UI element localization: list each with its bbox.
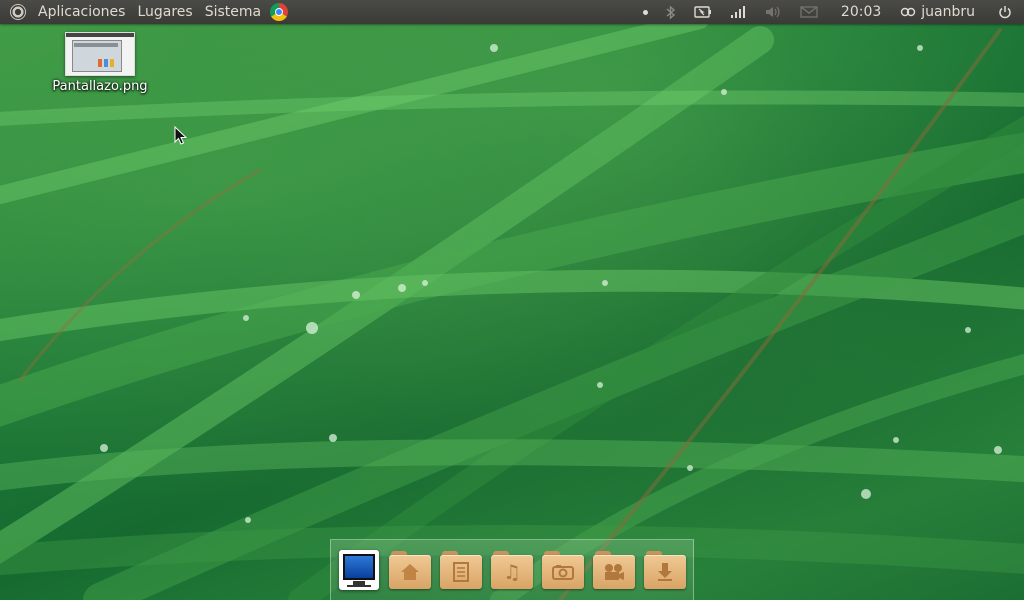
pictures-folder-icon bbox=[542, 551, 584, 589]
chrome-launcher-icon[interactable] bbox=[270, 3, 289, 21]
dock: ♫ bbox=[330, 539, 694, 600]
music-folder-icon: ♫ bbox=[491, 551, 533, 589]
computer-icon bbox=[339, 550, 379, 590]
dock-item-computer[interactable] bbox=[337, 548, 381, 592]
mouse-pointer-icon bbox=[174, 126, 188, 145]
menu-aplicaciones[interactable]: Aplicaciones bbox=[32, 0, 131, 24]
network-signal-icon[interactable] bbox=[730, 0, 746, 24]
power-icon[interactable] bbox=[998, 0, 1012, 24]
battery-icon[interactable] bbox=[694, 0, 712, 24]
dock-item-music[interactable]: ♫ bbox=[490, 548, 534, 592]
home-folder-icon bbox=[389, 551, 431, 589]
ubuntu-logo-icon[interactable] bbox=[10, 4, 26, 20]
menu-sistema[interactable]: Sistema bbox=[199, 0, 267, 24]
dock-item-documents[interactable] bbox=[439, 548, 483, 592]
downloads-folder-icon bbox=[644, 551, 686, 589]
indicator-dot-icon[interactable] bbox=[642, 0, 648, 24]
user-name[interactable]: juanbru bbox=[921, 4, 975, 20]
panel-indicators: 20:03 juanbru bbox=[634, 0, 1024, 24]
user-status-icon[interactable] bbox=[900, 0, 916, 24]
dock-item-videos[interactable] bbox=[592, 548, 636, 592]
top-panel: Aplicaciones Lugares Sistema 20:03 juanb… bbox=[0, 0, 1024, 24]
volume-icon[interactable] bbox=[764, 0, 782, 24]
desktop-file-pantallazo[interactable]: Pantallazo.png bbox=[44, 32, 156, 94]
dock-item-downloads[interactable] bbox=[643, 548, 687, 592]
dock-item-home[interactable] bbox=[388, 548, 432, 592]
dock-item-pictures[interactable] bbox=[541, 548, 585, 592]
desktop-file-label[interactable]: Pantallazo.png bbox=[52, 79, 147, 94]
videos-folder-icon bbox=[593, 551, 635, 589]
bluetooth-icon[interactable] bbox=[666, 0, 676, 24]
panel-left: Aplicaciones Lugares Sistema bbox=[0, 0, 289, 24]
image-thumbnail-icon[interactable] bbox=[65, 32, 135, 76]
documents-folder-icon bbox=[440, 551, 482, 589]
mail-icon[interactable] bbox=[800, 0, 818, 24]
menu-lugares[interactable]: Lugares bbox=[131, 0, 198, 24]
panel-clock[interactable]: 20:03 bbox=[841, 4, 881, 20]
